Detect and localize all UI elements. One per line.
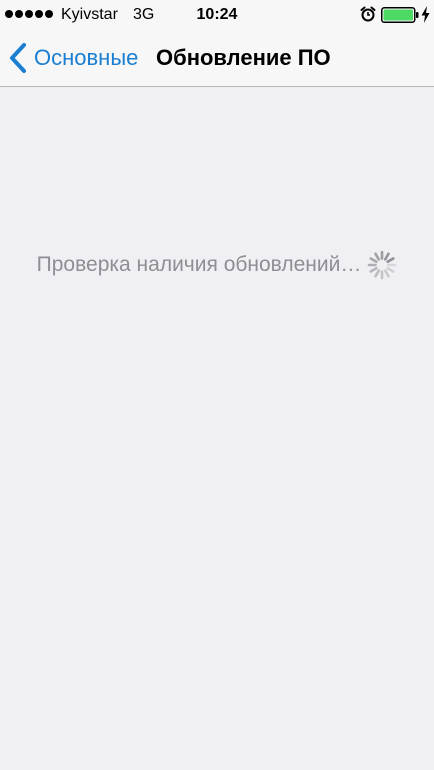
- software-update-screen: Kyivstar 3G 10:24 Основные Обновление ПО…: [0, 0, 434, 770]
- navigation-bar: Основные Обновление ПО: [0, 30, 434, 86]
- back-button-label: Основные: [34, 45, 139, 70]
- page-title: Обновление ПО: [156, 45, 331, 70]
- spinner-spoke: [384, 269, 391, 278]
- spinner-spoke: [386, 266, 395, 273]
- update-check-status: Проверка наличия обновлений…: [0, 248, 434, 282]
- back-button[interactable]: Основные: [8, 40, 138, 76]
- header: Kyivstar 3G 10:24 Основные Обновление ПО: [0, 0, 434, 87]
- spinner-icon: [368, 250, 397, 280]
- charge-icon: [421, 6, 430, 23]
- status-message: Проверка наличия обновлений…: [36, 253, 362, 276]
- chevron-left-icon: [10, 43, 26, 73]
- battery-icon: [381, 7, 419, 23]
- spinner-spoke: [369, 266, 379, 273]
- spinner-spoke: [374, 252, 381, 261]
- status-bar: Kyivstar 3G 10:24: [0, 0, 434, 30]
- alarm-icon: [360, 6, 376, 22]
- spinner-spoke: [374, 269, 381, 278]
- spinner-spoke: [386, 257, 395, 264]
- spinner-spoke: [369, 257, 379, 264]
- spinner-spoke: [384, 252, 391, 261]
